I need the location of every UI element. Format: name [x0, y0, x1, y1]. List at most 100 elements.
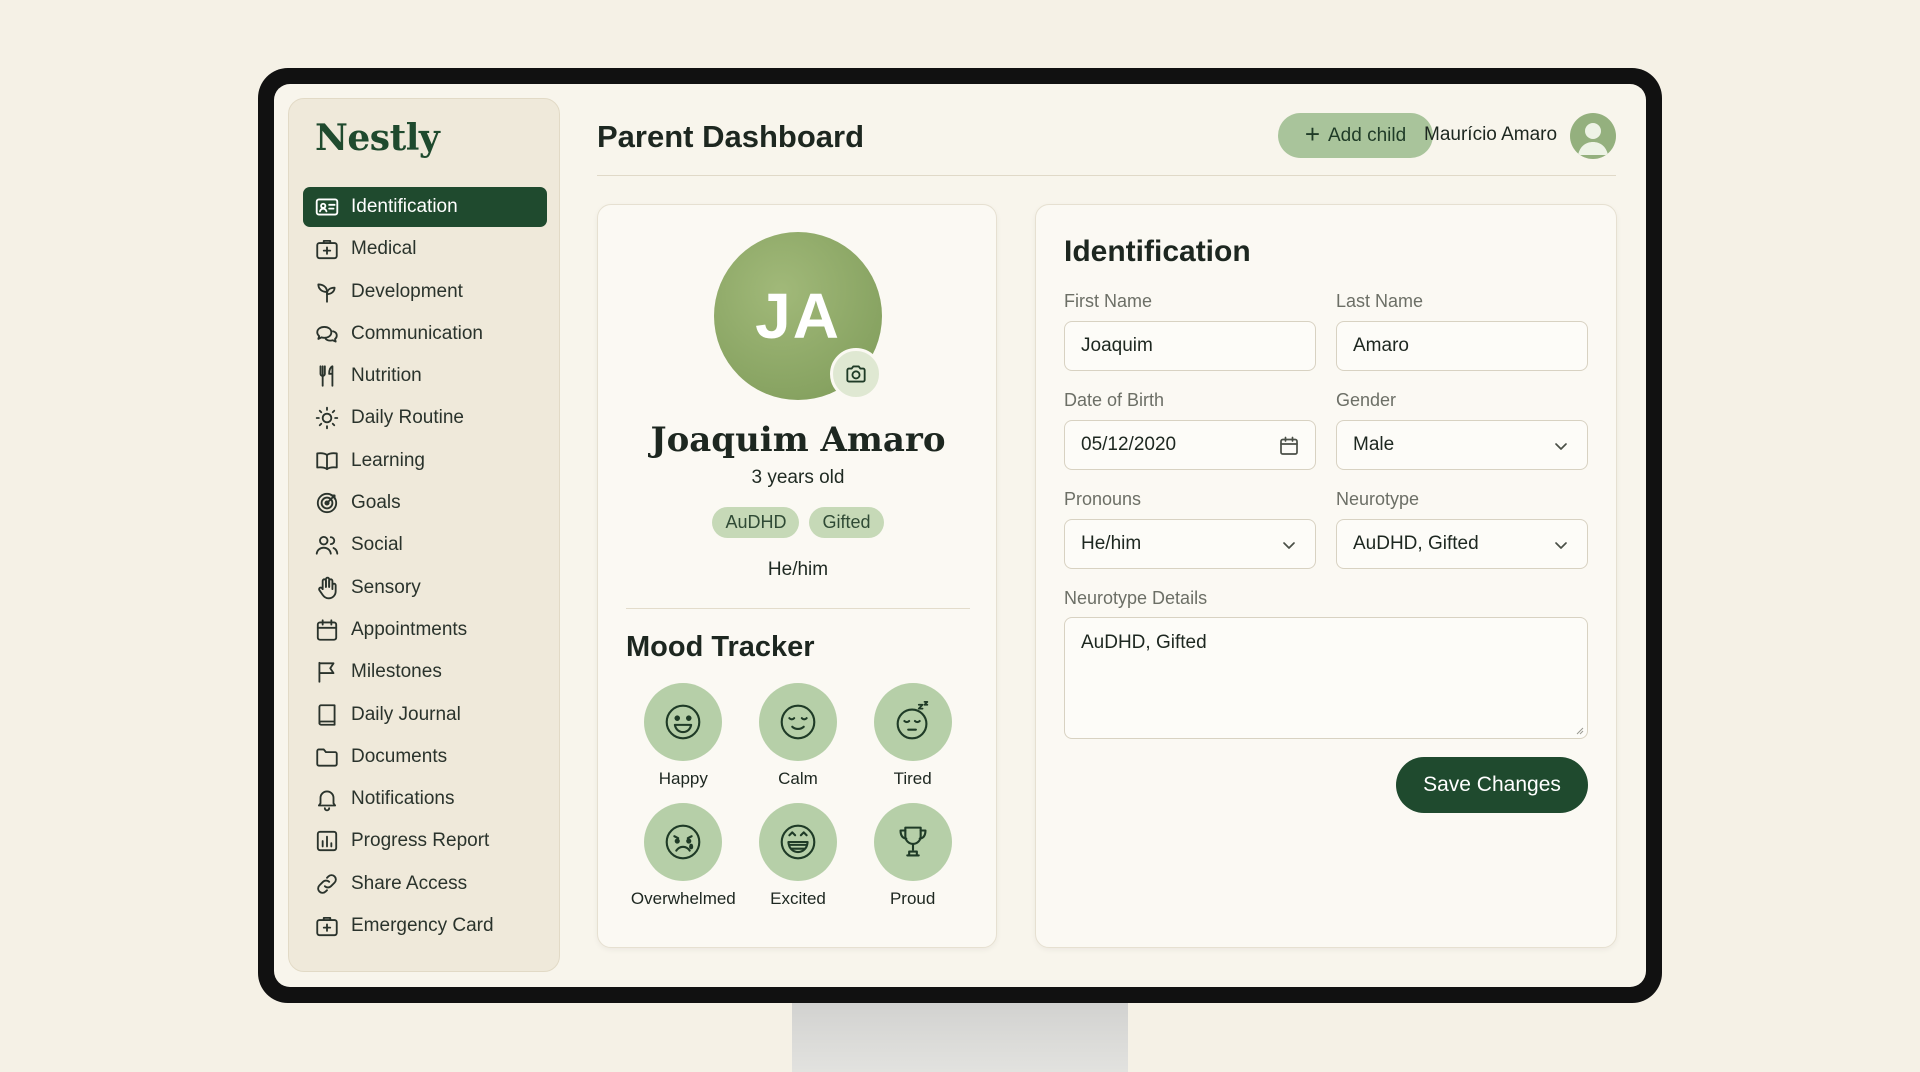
mood-excited-button[interactable]: Excited — [741, 803, 856, 909]
chat-bubbles-icon — [316, 325, 338, 343]
sidebar: Nestly Identification Medical Developmen… — [288, 98, 560, 972]
mood-label: Overwhelmed — [630, 889, 736, 908]
sidebar-item-social[interactable]: Social — [303, 525, 547, 565]
sidebar-item-label: Emergency Card — [351, 915, 494, 937]
sidebar-item-documents[interactable]: Documents — [303, 737, 547, 777]
sidebar-item-daily-journal[interactable]: Daily Journal — [303, 695, 547, 735]
form-title: Identification — [1064, 235, 1251, 268]
mood-overwhelmed-button[interactable]: Overwhelmed — [626, 803, 741, 909]
sidebar-item-label: Daily Routine — [351, 407, 464, 429]
monitor-frame: Nestly Identification Medical Developmen… — [258, 68, 1662, 1003]
sidebar-item-medical[interactable]: Medical — [303, 229, 547, 269]
neurotype-value: AuDHD, Gifted — [1353, 533, 1479, 554]
user-avatar[interactable] — [1570, 113, 1616, 159]
mood-tracker-title: Mood Tracker — [626, 631, 815, 663]
page-title: Parent Dashboard — [597, 119, 865, 154]
mood-happy-button[interactable]: Happy — [626, 683, 741, 789]
sidebar-item-label: Progress Report — [351, 830, 490, 852]
mood-circle — [758, 683, 837, 761]
sidebar-item-progress-report[interactable]: Progress Report — [303, 821, 547, 861]
change-photo-button[interactable] — [830, 348, 882, 400]
mood-label: Proud — [889, 889, 936, 908]
first-name-label: First Name — [1064, 291, 1153, 311]
sidebar-item-share-access[interactable]: Share Access — [303, 864, 547, 904]
neurotype-select[interactable]: AuDHD, Gifted — [1336, 519, 1588, 569]
dob-value: 05/12/2020 — [1081, 434, 1177, 455]
neurotype-label: Neurotype — [1336, 489, 1420, 509]
sun-icon — [315, 407, 339, 430]
sidebar-item-label: Learning — [351, 449, 425, 471]
card-divider — [626, 608, 970, 609]
last-name-field[interactable]: Amaro — [1336, 321, 1588, 371]
sidebar-item-label: Communication — [351, 322, 483, 344]
resize-grip-icon[interactable] — [1574, 725, 1584, 735]
child-pronouns: He/him — [767, 559, 829, 580]
gender-label: Gender — [1336, 390, 1397, 410]
gender-select[interactable]: Male — [1336, 420, 1588, 470]
add-child-button[interactable]: + Add child — [1278, 113, 1433, 158]
neurotype-details-textarea[interactable]: AuDHD, Gifted — [1064, 617, 1588, 739]
sidebar-item-label: Daily Journal — [351, 703, 461, 725]
bar-chart-icon — [316, 831, 338, 852]
pronouns-select[interactable]: He/him — [1064, 519, 1316, 569]
chevron-down-icon — [1283, 542, 1295, 549]
sidebar-item-daily-routine[interactable]: Daily Routine — [303, 398, 547, 438]
last-name-value: Amaro — [1353, 335, 1409, 356]
sidebar-item-nutrition[interactable]: Nutrition — [303, 356, 547, 396]
app-screen: Nestly Identification Medical Developmen… — [274, 84, 1646, 987]
mood-circle — [758, 803, 837, 881]
dob-label: Date of Birth — [1064, 390, 1165, 410]
tag-badge: Gifted — [809, 507, 884, 538]
dob-field[interactable]: 05/12/2020 — [1064, 420, 1316, 470]
sidebar-item-sensory[interactable]: Sensory — [303, 568, 547, 608]
sidebar-item-development[interactable]: Development — [303, 272, 547, 312]
target-icon — [316, 492, 338, 514]
happy-face-icon — [665, 704, 701, 740]
calm-face-icon — [780, 704, 816, 740]
first-name-field[interactable]: Joaquim — [1064, 321, 1316, 371]
trophy-icon — [899, 826, 927, 857]
plus-icon: + — [1304, 119, 1320, 149]
mood-calm-button[interactable]: Calm — [741, 683, 856, 789]
sidebar-item-identification[interactable]: Identification — [303, 187, 547, 227]
mood-circle — [873, 803, 952, 881]
calendar-icon[interactable] — [1277, 434, 1301, 458]
sidebar-item-communication[interactable]: Communication — [303, 314, 547, 354]
chevron-down-icon — [1555, 542, 1567, 549]
neurotype-details-label: Neurotype Details — [1064, 588, 1208, 608]
mood-proud-button[interactable]: Proud — [855, 803, 970, 909]
pronouns-label: Pronouns — [1064, 489, 1142, 509]
neurotype-tags: AuDHD Gifted — [598, 507, 998, 538]
camera-icon — [846, 365, 866, 383]
sidebar-item-learning[interactable]: Learning — [303, 441, 547, 481]
sidebar-item-label: Documents — [351, 745, 448, 767]
user-name[interactable]: Maurício Amaro — [1424, 124, 1557, 146]
sidebar-item-label: Appointments — [351, 618, 468, 640]
bell-icon — [317, 790, 337, 812]
sidebar-item-notifications[interactable]: Notifications — [303, 779, 547, 819]
users-icon — [315, 536, 339, 555]
sidebar-item-appointments[interactable]: Appointments — [303, 610, 547, 650]
mood-circle — [644, 683, 723, 761]
child-age: 3 years old — [751, 467, 845, 488]
mood-label: Calm — [778, 769, 818, 788]
profile-card: JA Joaquim Amaro 3 years old AuDHD Gifte… — [597, 204, 997, 948]
sidebar-item-label: Milestones — [351, 661, 442, 683]
app-logo: Nestly — [315, 117, 440, 159]
save-changes-button[interactable]: Save Changes — [1396, 757, 1588, 813]
sidebar-item-label: Notifications — [351, 788, 455, 810]
sidebar-item-goals[interactable]: Goals — [303, 483, 547, 523]
sidebar-item-milestones[interactable]: Milestones — [303, 652, 547, 692]
sidebar-item-emergency-card[interactable]: Emergency Card — [303, 906, 547, 946]
id-card-icon — [315, 198, 339, 216]
add-child-label: Add child — [1328, 124, 1407, 146]
link-icon — [317, 873, 337, 894]
sprout-icon — [317, 283, 336, 303]
sidebar-item-label: Goals — [351, 492, 401, 514]
mood-tired-button[interactable]: Tired — [855, 683, 970, 789]
sidebar-item-label: Development — [351, 280, 463, 302]
sidebar-item-label: Share Access — [351, 872, 468, 894]
last-name-label: Last Name — [1336, 291, 1424, 311]
excited-face-icon — [780, 824, 816, 860]
mood-circle — [644, 803, 723, 881]
